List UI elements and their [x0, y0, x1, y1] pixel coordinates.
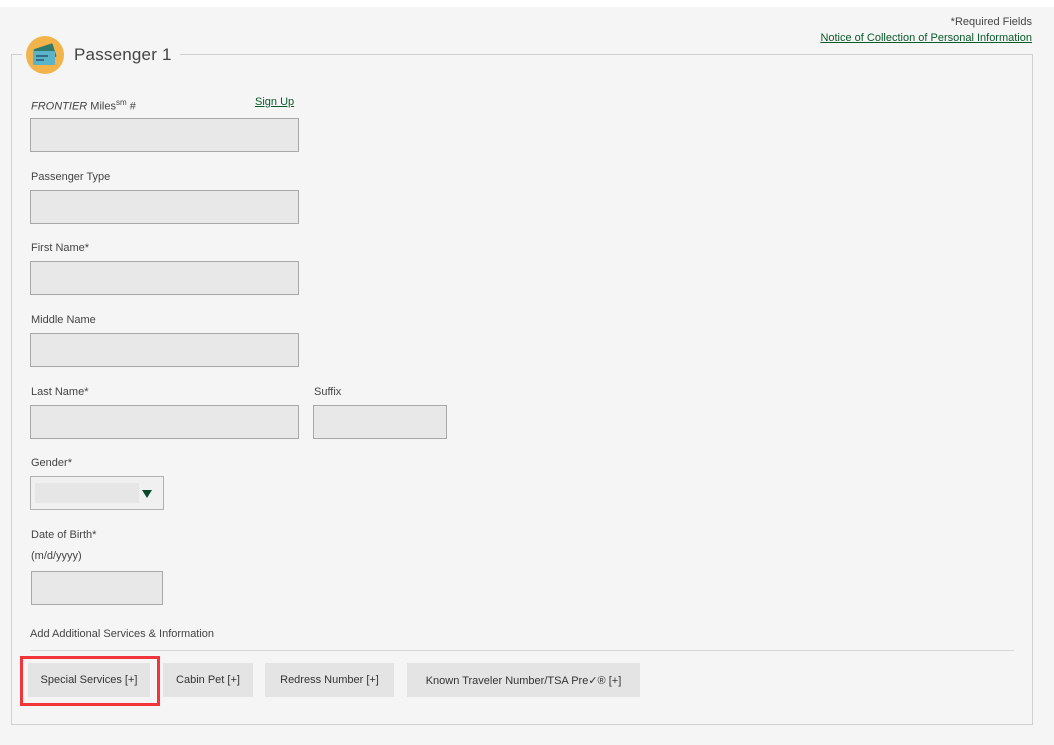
last-name-label: Last Name* [31, 386, 89, 398]
suffix-input[interactable] [313, 405, 447, 439]
suffix-label: Suffix [314, 386, 342, 398]
required-fields-note: *Required Fields [950, 16, 1032, 28]
highlight-box [20, 656, 160, 706]
middle-name-label: Middle Name [31, 314, 96, 326]
notice-of-collection-link[interactable]: Notice of Collection of Personal Informa… [820, 32, 1032, 44]
last-name-input[interactable] [30, 405, 299, 439]
passenger-type-label: Passenger Type [31, 171, 111, 183]
dob-label: Date of Birth* [31, 529, 97, 541]
dob-input[interactable] [31, 571, 163, 605]
passenger-type-input[interactable] [30, 190, 299, 224]
cabin-pet-button[interactable]: Cabin Pet [+] [163, 663, 253, 697]
frontier-brand-text: FRONTIER [31, 100, 88, 113]
known-traveler-number-button[interactable]: Known Traveler Number/TSA Pre✓® [+] [407, 663, 640, 697]
first-name-label: First Name* [31, 242, 90, 254]
gender-select-value [35, 483, 139, 503]
additional-services-heading: Add Additional Services & Information [30, 628, 215, 640]
dob-format-hint: (m/d/yyyy) [31, 550, 82, 562]
frontier-miles-label: FRONTIER Milessm # [31, 98, 136, 113]
miles-text: Miles [87, 100, 116, 113]
redress-number-button[interactable]: Redress Number [+] [265, 663, 394, 697]
sign-up-link[interactable]: Sign Up [255, 96, 294, 108]
divider [30, 650, 1014, 651]
first-name-input[interactable] [30, 261, 299, 295]
frontier-miles-input[interactable] [30, 118, 299, 152]
passenger-legend: Passenger 1 [22, 34, 180, 76]
gender-label: Gender* [31, 457, 72, 469]
service-mark: sm [115, 98, 127, 107]
number-sign: # [126, 100, 136, 113]
gender-select[interactable] [30, 476, 164, 510]
passenger-fieldset [11, 54, 1033, 725]
chevron-down-icon [142, 490, 152, 498]
passenger-title: Passenger 1 [74, 45, 172, 64]
middle-name-input[interactable] [30, 333, 299, 367]
boarding-pass-icon [26, 36, 64, 74]
